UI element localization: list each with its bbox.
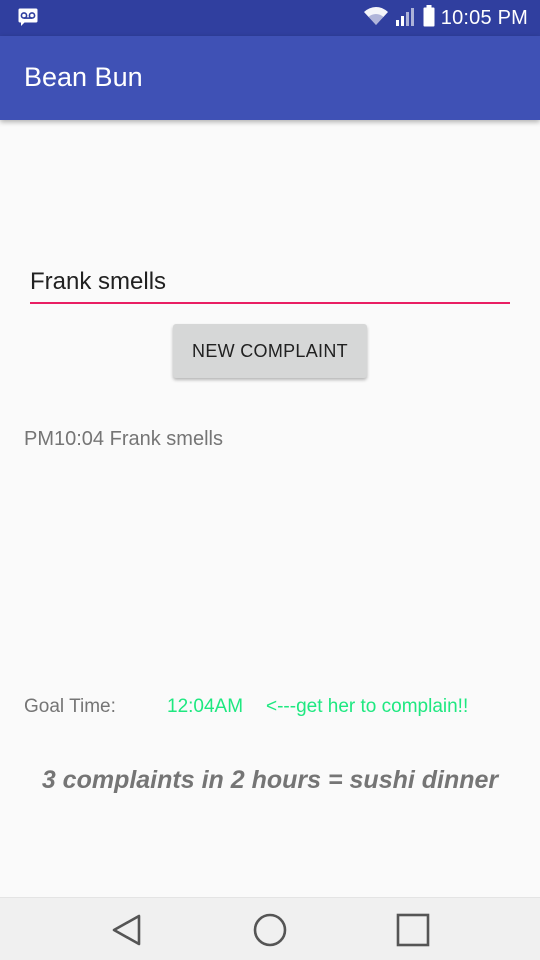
goal-time-label: Goal Time: [24, 696, 116, 717]
app-screen: 10:05 PM Bean Bun NEW COMPLAINT PM10:04 … [0, 0, 540, 960]
complaint-input[interactable] [30, 262, 510, 304]
goal-time-value: 12:04AM [167, 696, 244, 717]
wifi-icon [363, 6, 395, 30]
status-bar: 10:05 PM [0, 0, 540, 36]
back-icon[interactable] [107, 910, 147, 950]
status-time: 10:05 PM [440, 6, 528, 29]
recents-icon[interactable] [393, 910, 433, 950]
signal-icon [395, 6, 423, 30]
reward-text: 3 complaints in 2 hours = sushi dinner [41, 766, 499, 794]
status-icons: 10:05 PM [363, 5, 528, 31]
new-complaint-button[interactable]: NEW COMPLAINT [173, 324, 367, 378]
complaint-log-entry: PM10:04 Frank smells [24, 428, 223, 450]
navigation-bar [0, 897, 540, 960]
voicemail-icon [18, 8, 38, 30]
home-icon[interactable] [250, 910, 290, 950]
goal-note: <---get her to complain!! [266, 696, 469, 717]
app-bar: Bean Bun [0, 36, 540, 120]
app-title: Bean Bun [24, 62, 143, 92]
battery-icon [423, 5, 441, 31]
